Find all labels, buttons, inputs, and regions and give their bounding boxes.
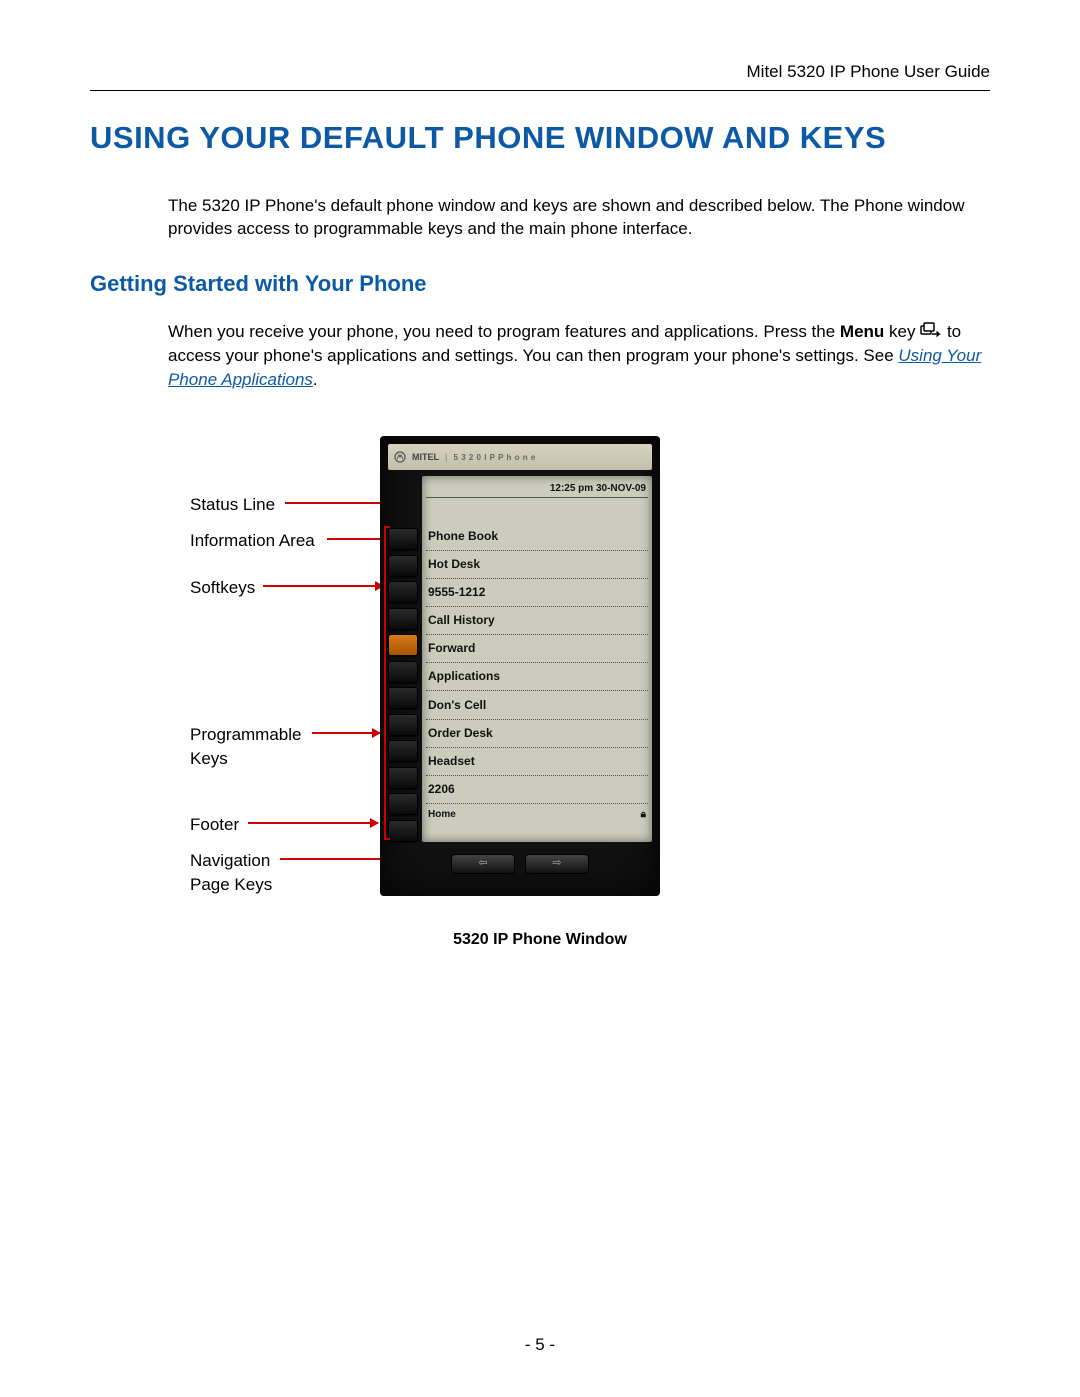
hw-key [388,581,418,603]
gs-text-a: When you receive your phone, you need to… [168,322,840,341]
gs-text-d: . [313,370,318,389]
hw-key [388,687,418,709]
screen-row-forward: Forward [426,635,648,663]
callout-navigation-keys: Navigation Page Keys [190,849,272,897]
nav-key-right: ⇨ [525,854,589,874]
phone-device: MITEL | 5 3 2 0 I P P h o n e [380,436,660,896]
callout-nav-l1: Navigation [190,851,270,870]
phone-brand: MITEL [412,451,439,464]
page-header-doc-title: Mitel 5320 IP Phone User Guide [90,60,990,91]
brand-sep: | [445,451,448,464]
screen-row-phone-book: Phone Book [426,522,648,550]
screen-row-order-desk: Order Desk [426,720,648,748]
hw-key [388,767,418,789]
figure-caption: 5320 IP Phone Window [90,929,990,951]
callout-status-line: Status Line [190,493,275,517]
callout-prog-l2: Keys [190,749,228,768]
phone-diagram: Status Line Information Area Softkeys Pr… [90,451,990,911]
screen-info-area [426,498,648,522]
screen-row-call-history: Call History [426,607,648,635]
hw-key [388,793,418,815]
page-number: - 5 - [0,1333,1080,1357]
screen-row-hot-desk: Hot Desk [426,551,648,579]
callout-softkeys: Softkeys [190,576,255,600]
callout-nav-l2: Page Keys [190,875,272,894]
hw-key [388,555,418,577]
h1-title: USING YOUR DEFAULT PHONE WINDOW AND KEYS [90,119,990,158]
hw-key-active [388,634,418,656]
h2-getting-started: Getting Started with Your Phone [90,269,990,300]
nav-key-left: ⇦ [451,854,515,874]
phone-screen: 12:25 pm 30-NOV-09 Phone Book Hot Desk 9… [422,476,652,842]
phone-model: 5 3 2 0 I P P h o n e [454,452,536,463]
hardware-key-column [388,476,418,842]
screen-row-dons-cell: Don's Cell [426,691,648,719]
screen-row-applications: Applications [426,663,648,691]
nav-page-keys: ⇦ ⇨ [388,854,652,874]
hw-key [388,608,418,630]
callout-footer-text: Footer [190,815,239,834]
hw-key [388,661,418,683]
screen-status-line: 12:25 pm 30-NOV-09 [426,476,648,498]
callout-footer: Footer [190,813,239,837]
callout-status-line-text: Status Line [190,495,275,514]
screen-row-number: 9555-1212 [426,579,648,607]
hw-key [388,740,418,762]
callout-softkeys-text: Softkeys [190,578,255,597]
hw-key [388,714,418,736]
gs-menu-word: Menu [840,322,884,341]
gs-paragraph: When you receive your phone, you need to… [168,320,990,391]
callout-info-area-text: Information Area [190,531,315,550]
callout-prog-l1: Programmable [190,725,302,744]
hw-key [388,820,418,842]
hw-key [388,528,418,550]
screen-footer-left: Home [428,808,456,822]
intro-paragraph: The 5320 IP Phone's default phone window… [168,194,990,242]
screen-footer: Home 🔒︎ [426,804,648,824]
menu-key-icon [920,322,942,340]
screen-row-ext: 2206 [426,776,648,804]
callout-information-area: Information Area [190,529,315,553]
lock-icon: 🔒︎ [641,808,646,822]
screen-row-headset: Headset [426,748,648,776]
mitel-logo-icon [394,451,406,463]
gs-text-b: key [884,322,920,341]
callout-programmable-keys: Programmable Keys [190,723,302,771]
phone-top-bar: MITEL | 5 3 2 0 I P P h o n e [388,444,652,470]
